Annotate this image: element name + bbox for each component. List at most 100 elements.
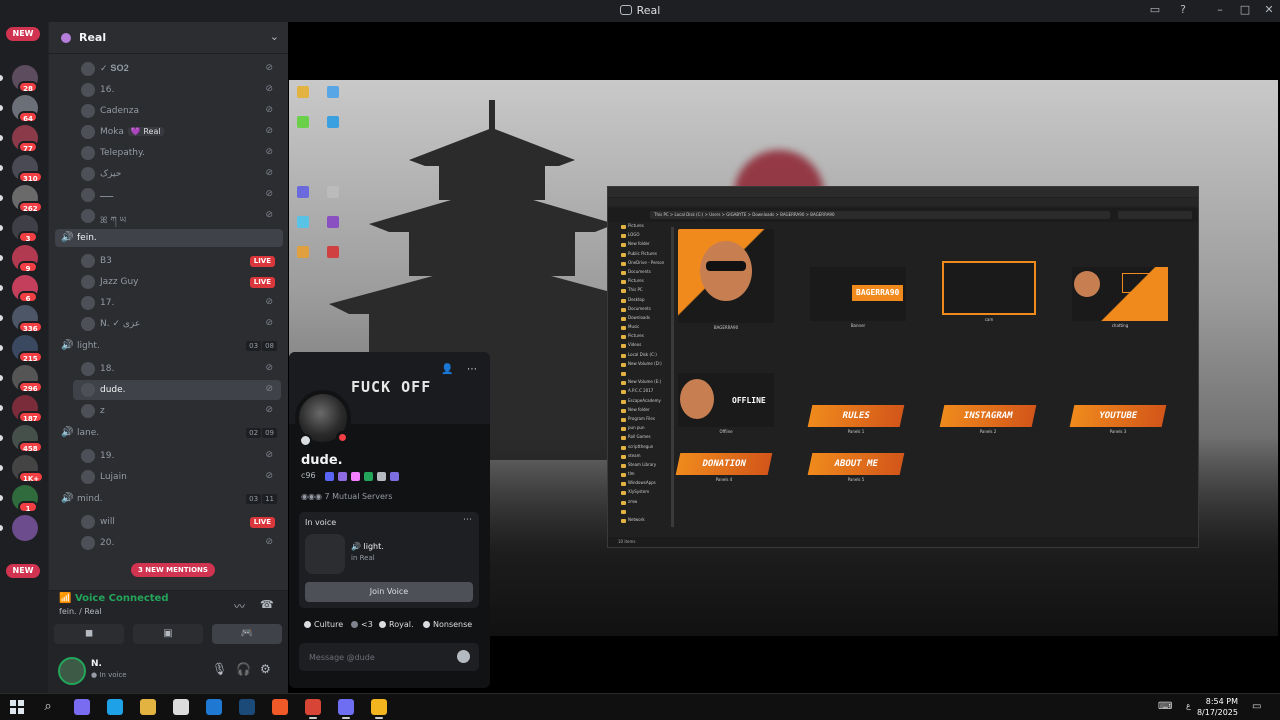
- explorer-nav-item[interactable]: steam: [618, 453, 670, 462]
- voice-member-row[interactable]: dude. ⊘: [73, 380, 281, 400]
- disconnect-icon[interactable]: ☎: [260, 598, 274, 611]
- explorer-nav-item[interactable]: Public Pictures: [618, 251, 670, 260]
- gear-icon[interactable]: ⚙: [260, 662, 271, 676]
- voice-member-row[interactable]: z ⊘: [73, 401, 281, 421]
- new-mentions-pill[interactable]: 3 NEW MENTIONS: [131, 563, 215, 577]
- desktop-shortcut-icon[interactable]: [297, 116, 309, 128]
- explorer-nav-item[interactable]: A.P.C.C 2017: [618, 388, 670, 397]
- join-voice-button[interactable]: Join Voice: [305, 582, 473, 602]
- explorer-nav-item[interactable]: scriptthegun: [618, 444, 670, 453]
- voice-member-row[interactable]: Cadenza ⊘: [73, 101, 281, 121]
- explorer-file-item[interactable]: BAGERRA90: [678, 229, 774, 333]
- help-icon[interactable]: ?: [1176, 3, 1190, 17]
- headphones-icon[interactable]: 🎧: [236, 662, 251, 676]
- explorer-file-item[interactable]: OFFLINE Offline: [678, 373, 774, 437]
- explorer-file-item[interactable]: cam: [942, 261, 1036, 325]
- badge-icon-3[interactable]: [351, 472, 360, 481]
- explorer-nav-item[interactable]: EscapeAcademy: [618, 398, 670, 407]
- explorer-nav-item[interactable]: LOGO: [618, 232, 670, 241]
- explorer-file-item[interactable]: ABOUT ME Panels 5: [807, 453, 905, 485]
- voice-member-row[interactable]: 16. ⊘: [73, 80, 281, 100]
- server-icon[interactable]: [12, 515, 38, 541]
- explorer-nav-item[interactable]: Network: [618, 517, 670, 526]
- explorer-nav-item[interactable]: Program Files: [618, 416, 670, 425]
- badge-icon-1[interactable]: [325, 472, 334, 481]
- explorer-nav-item[interactable]: Roll Games: [618, 434, 670, 443]
- notification-icon[interactable]: ▭: [1252, 701, 1261, 712]
- explorer-file-item[interactable]: DONATION Panels 4: [675, 453, 773, 485]
- explorer-nav-item[interactable]: Steam Library: [618, 462, 670, 471]
- guild-header[interactable]: Real ⌄: [49, 22, 289, 54]
- new-unreads-badge-bottom[interactable]: NEW: [6, 564, 40, 578]
- explorer-nav-item[interactable]: [618, 508, 670, 517]
- minimize-button[interactable]: –: [1213, 3, 1227, 17]
- explorer-nav-item[interactable]: Pictures: [618, 333, 670, 342]
- discord-icon[interactable]: [338, 699, 354, 719]
- desktop-shortcut-icon[interactable]: [327, 216, 339, 228]
- explorer-nav-item[interactable]: Pictures: [618, 223, 670, 232]
- badge-icon-6[interactable]: [390, 472, 399, 481]
- noise-suppression-icon[interactable]: 〰: [234, 598, 245, 614]
- store-icon[interactable]: [173, 699, 189, 715]
- brave-icon[interactable]: [272, 699, 288, 715]
- explorer-nav-item[interactable]: XlySystem: [618, 489, 670, 498]
- explorer-nav-item[interactable]: New Volume (D:): [618, 361, 670, 370]
- explorer-path[interactable]: This PC > Local Disk (C:) > Users > GIGA…: [650, 211, 1110, 219]
- message-input[interactable]: [309, 650, 449, 664]
- explorer-nav-item[interactable]: zmw: [618, 499, 670, 508]
- start-icon[interactable]: [9, 699, 25, 715]
- desktop-shortcut-icon[interactable]: [297, 246, 309, 258]
- search-icon[interactable]: ⌕: [40, 699, 56, 715]
- emoji-icon[interactable]: [457, 650, 470, 663]
- desktop-shortcut-icon[interactable]: [297, 86, 309, 98]
- voice-channel-3[interactable]: 🔊 lane. 02 09: [55, 424, 283, 442]
- explorer-nav-item[interactable]: Local Disk (C:): [618, 352, 670, 361]
- explorer-nav-item[interactable]: [618, 370, 670, 379]
- explorer-search[interactable]: [1118, 211, 1192, 219]
- inbox-icon[interactable]: ▭: [1148, 3, 1162, 17]
- more-options-icon[interactable]: ⋯: [467, 364, 477, 375]
- voice-channel-1[interactable]: 🔊 fein.: [55, 229, 283, 247]
- mutual-servers-link[interactable]: ◉◉◉ 7 Mutual Servers: [301, 492, 392, 501]
- close-button[interactable]: ✕: [1262, 3, 1276, 17]
- explorer-nav-item[interactable]: OneDrive - Person: [618, 260, 670, 269]
- in-voice-more-icon[interactable]: ⋯: [463, 515, 472, 525]
- voice-member-row[interactable]: ꕤ ཀ ཡ ⊘: [73, 206, 281, 226]
- voice-member-row[interactable]: Lujain ⊘: [73, 467, 281, 487]
- explorer-file-item[interactable]: YOUTUBE Panels 3: [1069, 405, 1167, 437]
- taskbar-clock[interactable]: 8:54 PM 8/17/2025: [1197, 696, 1238, 718]
- voice-member-row[interactable]: will LIVE: [73, 512, 281, 532]
- explorer-nav-item[interactable]: Documents: [618, 306, 670, 315]
- explorer-file-item[interactable]: BAGERRA90 Banner: [810, 267, 906, 331]
- new-unreads-badge-top[interactable]: NEW: [6, 27, 40, 41]
- language-icon[interactable]: ع: [1186, 701, 1191, 710]
- camera-button[interactable]: ◼: [54, 624, 124, 644]
- outlook-icon[interactable]: [206, 699, 222, 715]
- voice-member-row[interactable]: 17. ⊘: [73, 293, 281, 313]
- explorer-nav-item[interactable]: pun pun: [618, 425, 670, 434]
- explorer-nav-item[interactable]: Pictures: [618, 278, 670, 287]
- voice-member-row[interactable]: Moka 💜 Real ⊘: [73, 122, 281, 142]
- desktop-shortcut-icon[interactable]: [327, 86, 339, 98]
- desktop-shortcut-icon[interactable]: [297, 216, 309, 228]
- explorer-nav-item[interactable]: New folder: [618, 241, 670, 250]
- desktop-shortcut-icon[interactable]: [327, 116, 339, 128]
- chrome-canary-icon[interactable]: [371, 699, 387, 719]
- voice-member-row[interactable]: B3 LIVE: [73, 251, 281, 271]
- file-explorer-icon[interactable]: [140, 699, 156, 715]
- voice-channel-2[interactable]: 🔊 light. 03 08: [55, 337, 283, 355]
- explorer-nav-item[interactable]: Downloads: [618, 315, 670, 324]
- voice-member-row[interactable]: Jazz Guy LIVE: [73, 272, 281, 292]
- explorer-nav-item[interactable]: Music: [618, 324, 670, 333]
- explorer-nav-item[interactable]: WindowsApps: [618, 480, 670, 489]
- explorer-nav-item[interactable]: Documents: [618, 269, 670, 278]
- badge-icon-5[interactable]: [377, 472, 386, 481]
- voice-member-row[interactable]: 18. ⊘: [73, 359, 281, 379]
- explorer-nav-item[interactable]: This PC: [618, 287, 670, 296]
- file-explorer-window[interactable]: This PC > Local Disk (C:) > Users > GIGA…: [607, 186, 1199, 548]
- voice-member-row[interactable]: Telepathy. ⊘: [73, 143, 281, 163]
- copilot-icon[interactable]: [74, 699, 90, 715]
- explorer-address-bar[interactable]: This PC > Local Disk (C:) > Users > GIGA…: [608, 208, 1198, 222]
- explorer-nav-item[interactable]: New folder: [618, 407, 670, 416]
- user-avatar[interactable]: [58, 657, 86, 685]
